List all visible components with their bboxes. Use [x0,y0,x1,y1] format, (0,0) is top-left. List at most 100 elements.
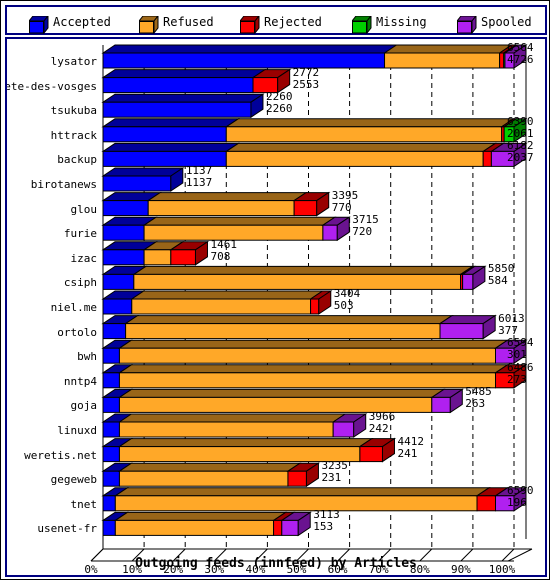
bar-value-secondary: 263 [465,397,486,411]
bar-value-total: 3395 [331,188,359,202]
bar-segment-top [382,44,514,54]
bar-row [101,117,528,143]
bar-value-secondary: 708 [210,249,231,263]
bar-value-total: 3113 [313,508,340,522]
legend-swatch-refused-icon [139,16,159,34]
chart-legend: Accepted Refused Rejected Missing Spooled [5,5,547,35]
bar-value-total: 4412 [397,434,424,448]
bar-value-total: 6594 [507,336,534,350]
bar-row [101,216,351,242]
bar-row [101,511,312,537]
y-axis-label-lysator: lysator [50,55,97,68]
y-axis-label-httrack: httrack [50,128,97,142]
bar-value-total: 1461 [210,237,237,251]
bar-value-total: 3404 [333,287,361,300]
bar-value-secondary: 301 [507,348,527,362]
bar-value-secondary: 273 [507,372,527,386]
bar-value-total: 3966 [368,410,396,423]
bar-value-secondary: 503 [333,299,354,312]
bar-segment-top [113,511,288,521]
bar-segment-front [102,421,120,438]
legend-label: Missing [376,15,427,29]
bar-value-total: 3715 [352,213,379,227]
legend-swatch-spooled-icon [457,16,477,34]
chart-page: Accepted Refused Rejected Missing Spooled ly… [0,0,550,580]
bar-segment-front [310,298,320,315]
bar-segment-top [117,339,510,349]
bar-segment-front [170,249,196,266]
bar-segment-front [462,273,474,290]
bar-value-total: 5485 [465,385,492,399]
bar-segment-front [102,470,120,487]
bar-segment-top [117,364,510,374]
y-axis-label-csiph: csiph [63,276,97,290]
legend-item-refused: Refused [139,11,214,34]
bar-value-total: 6182 [507,139,534,153]
bar-value-secondary: 720 [352,225,373,239]
bar-row [101,462,321,488]
bar-segment-top [101,118,240,128]
bar-row [101,486,528,512]
bar-segment-front [102,200,149,217]
bar-segment-front [225,126,503,143]
bar-segment-front [131,298,312,315]
bar-segment-top [101,44,399,54]
bar-segment-front [125,323,441,340]
legend-label: Rejected [264,15,322,29]
bar-value-secondary: 241 [397,446,418,460]
y-axis-label-linuxd: linuxd [57,424,97,437]
bar-segment-front [118,347,497,364]
bar-segment-front [114,495,478,512]
bar-value-total: 6486 [507,360,534,374]
bar-value-secondary: 2260 [265,102,293,116]
bar-segment-front [102,347,120,364]
bar-segment-front [102,249,145,266]
y-axis-label-weretis-net: weretis.net [24,448,97,462]
y-axis-label-usenet-fr: usenet-fr [37,522,97,536]
y-axis-label-niel-me: niel.me [50,301,97,314]
bar-value-total: 6390 [507,114,534,128]
bar-value-secondary: 153 [313,520,334,534]
bar-row [101,363,528,389]
bar-segment-front [147,200,295,217]
bar-segment-front [102,224,145,241]
bar-value-secondary: 1137 [185,176,213,189]
bar-segment-top [142,216,337,226]
bar-row [101,142,528,168]
bar-row [101,68,292,94]
legend-label: Spooled [481,15,532,29]
bar-segment-top [123,315,454,325]
legend-swatch-missing-icon [352,16,372,34]
bar-segment-front [225,150,484,167]
bar-segment-front [102,126,227,143]
y-axis-label-tsukuba: tsukuba [50,104,97,118]
bar-segment-front [287,470,307,487]
bar-segment-top [101,93,265,103]
y-axis-label-birotanews: birotanews [30,178,97,191]
bar-segment-front [384,52,501,69]
bar-row [101,388,464,414]
bar-value-total: 2772 [292,65,320,79]
bar-value-secondary: 231 [321,471,342,485]
bar-segment-front [102,101,252,118]
legend-swatch-accepted-icon [29,16,49,34]
bar-value-total: 1137 [185,164,213,177]
bar-segment-front [273,519,283,536]
bar-row [101,314,497,340]
bar-segment-front [118,470,289,487]
y-axis-label-glou: glou [70,202,98,216]
bar-segment-front [102,372,120,389]
bar-value-secondary: 242 [368,422,389,435]
bar-segment-front [102,175,172,192]
bar-segment-front [332,421,355,438]
bar-segment-front [359,446,383,463]
bar-segment-front [102,298,133,315]
x-axis-title: Outgoing feeds (innfeed) by Articles [135,556,417,571]
bar-row [101,265,487,291]
bar-value-secondary: 2037 [507,151,534,165]
y-axis-label-ortolo: ortolo [57,325,97,339]
bar-segment-front [118,372,497,389]
legend-swatch-rejected-icon [240,16,260,34]
bar-segment-top [117,462,302,472]
bar-segment-front [482,150,492,167]
